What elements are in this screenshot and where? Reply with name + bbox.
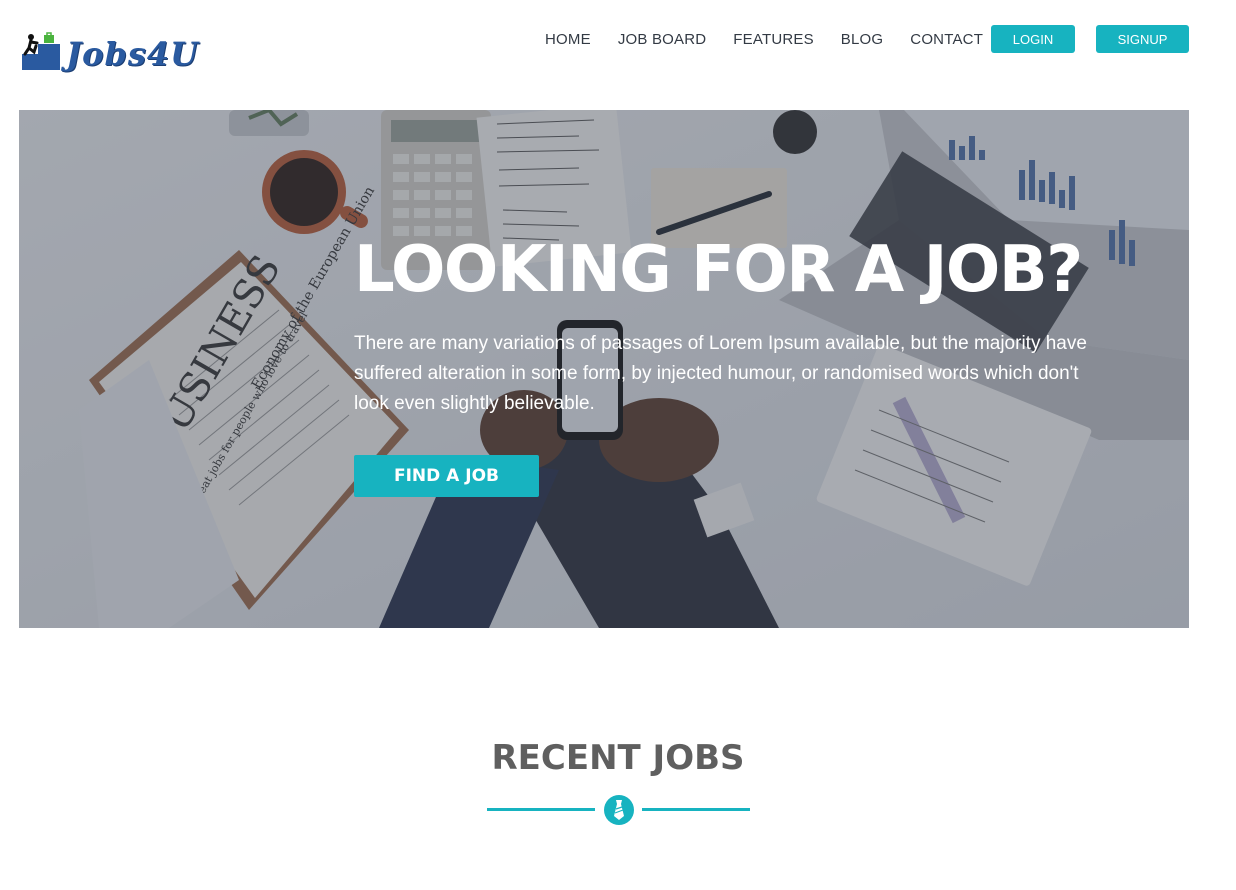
section-divider-right (642, 808, 750, 811)
logo-text: Jobs4U (66, 35, 200, 73)
hero-description: There are many variations of passages of… (354, 333, 1087, 414)
logo-icon (20, 30, 64, 74)
site-header: Jobs4U HOME JOB BOARD FEATURES BLOG CONT… (0, 0, 1236, 96)
login-button[interactable]: LOGIN (991, 25, 1075, 53)
nav-job-board[interactable]: JOB BOARD (618, 31, 706, 48)
nav-contact[interactable]: CONTACT (910, 31, 983, 48)
main-nav: HOME JOB BOARD FEATURES BLOG CONTACT (531, 25, 1010, 53)
nav-features[interactable]: FEATURES (733, 31, 814, 48)
site-logo[interactable]: Jobs4U (20, 22, 210, 74)
nav-home[interactable]: HOME (545, 31, 591, 48)
find-job-button[interactable]: FIND A JOB (354, 455, 539, 497)
hero-banner: BUSINESS Economy of the European Union 2… (19, 110, 1189, 628)
section-divider-left (487, 808, 595, 811)
recent-jobs-title: RECENT JOBS (491, 738, 745, 778)
hero-title: LOOKING FOR A JOB? (354, 233, 1083, 307)
tie-icon (604, 795, 634, 825)
signup-button[interactable]: SIGNUP (1096, 25, 1189, 53)
nav-blog[interactable]: BLOG (841, 31, 883, 48)
